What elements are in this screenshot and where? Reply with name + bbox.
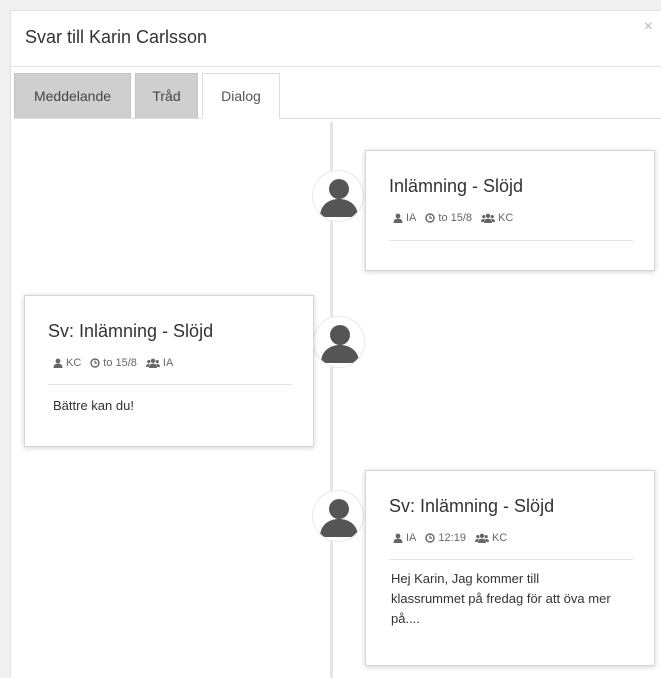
- tab-meddelande[interactable]: Meddelande: [14, 73, 131, 118]
- tab-bar: Meddelande Tråd Dialog: [14, 73, 661, 119]
- sender: KC: [66, 357, 82, 369]
- avatar-placeholder-icon: [313, 316, 365, 368]
- card-divider: [48, 384, 292, 385]
- sender: IA: [406, 212, 417, 224]
- clock-icon: [425, 533, 436, 543]
- timeline-card[interactable]: Sv: Inlämning - Slöjd KC to 15/8 IA Bätt…: [24, 295, 314, 447]
- user-icon: [393, 533, 403, 543]
- recipient: IA: [162, 357, 174, 369]
- card-title: Sv: Inlämning - Slöjd: [389, 496, 555, 516]
- user-icon: [53, 358, 63, 368]
- clock-icon: [425, 213, 436, 223]
- tab-dialog[interactable]: Dialog: [202, 73, 280, 119]
- sender: IA: [406, 532, 417, 544]
- timestamp: to 15/8: [103, 357, 137, 369]
- card-title: Inlämning - Slöjd: [389, 176, 524, 196]
- users-icon: [474, 533, 489, 543]
- recipient: KC: [498, 212, 514, 224]
- card-meta: KC to 15/8 IA: [53, 357, 173, 369]
- avatar-placeholder-icon: [312, 170, 364, 222]
- card-divider: [389, 240, 633, 241]
- users-icon: [145, 358, 160, 368]
- card-body: Hej Karin, Jag kommer till klassrummet p…: [391, 571, 611, 626]
- close-button[interactable]: ×: [644, 19, 653, 35]
- tab-trad[interactable]: Tråd: [135, 73, 198, 118]
- card-divider: [389, 559, 633, 560]
- users-icon: [481, 213, 496, 223]
- card-body: Bättre kan du!: [53, 398, 134, 413]
- card-title: Sv: Inlämning - Slöjd: [48, 321, 214, 341]
- modal-header: Svar till Karin Carlsson ×: [11, 11, 661, 67]
- recipient: KC: [491, 532, 508, 544]
- card-meta: IA 12:19 KC: [393, 532, 507, 544]
- timeline-card[interactable]: Inlämning - Slöjd IA to 15/8 KC: [365, 150, 655, 271]
- card-meta: IA to 15/8 KC: [393, 212, 513, 224]
- clock-icon: [90, 358, 100, 368]
- avatar-placeholder-icon: [312, 490, 364, 542]
- timestamp: to 15/8: [438, 212, 473, 224]
- user-icon: [393, 213, 403, 223]
- timestamp: 12:19: [438, 532, 466, 544]
- modal-title: Svar till Karin Carlsson: [25, 27, 208, 47]
- timeline-card[interactable]: Sv: Inlämning - Slöjd IA 12:19 KC Hej Ka…: [365, 470, 655, 666]
